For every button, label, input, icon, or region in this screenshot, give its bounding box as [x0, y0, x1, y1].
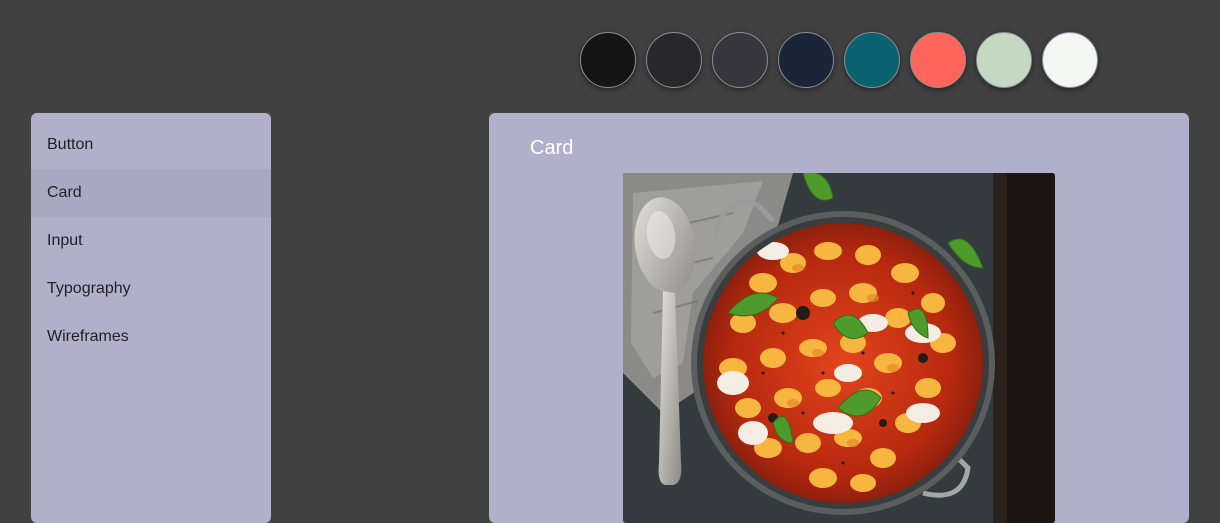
sidebar-item-card[interactable]: Card	[31, 169, 271, 217]
card-image	[623, 173, 1055, 523]
sidebar-item-input[interactable]: Input	[31, 217, 271, 265]
swatch-mint-white[interactable]	[1042, 32, 1098, 88]
sidebar-item-wireframes[interactable]: Wireframes	[31, 313, 271, 361]
swatch-charcoal[interactable]	[646, 32, 702, 88]
panel-title: Card	[530, 137, 574, 159]
swatch-teal[interactable]	[844, 32, 900, 88]
swatch-black[interactable]	[580, 32, 636, 88]
color-palette	[580, 32, 1098, 88]
swatch-navy[interactable]	[778, 32, 834, 88]
sidebar-nav: Button Card Input Typography Wireframes	[31, 113, 271, 523]
sidebar-item-typography[interactable]: Typography	[31, 265, 271, 313]
swatch-graphite[interactable]	[712, 32, 768, 88]
swatch-sage[interactable]	[976, 32, 1032, 88]
card-panel: Card	[489, 113, 1189, 523]
sidebar-item-button[interactable]: Button	[31, 121, 271, 169]
swatch-coral[interactable]	[910, 32, 966, 88]
